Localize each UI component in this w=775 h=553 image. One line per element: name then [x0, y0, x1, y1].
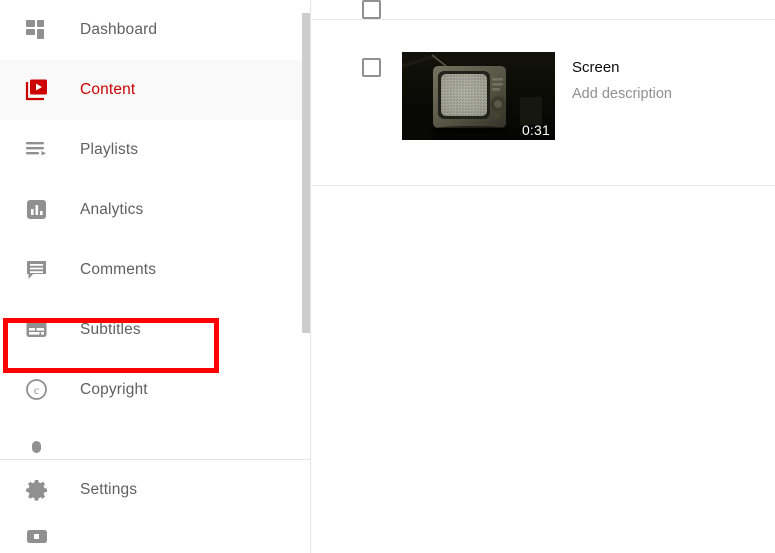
- video-row[interactable]: [312, 0, 775, 19]
- video-select-checkbox[interactable]: [362, 58, 381, 77]
- dashboard-grid-icon: [20, 13, 54, 47]
- sidebar-item-label: Subtitles: [80, 321, 141, 338]
- gear-icon: [20, 473, 54, 507]
- video-row[interactable]: 0:31 Screen Add description: [312, 20, 775, 185]
- sidebar-item-dashboard[interactable]: Dashboard: [0, 0, 310, 60]
- video-details: Screen Add description: [572, 58, 767, 104]
- sidebar-item-label: Copyright: [80, 381, 148, 398]
- sidebar-scrollbar-thumb[interactable]: [302, 13, 310, 333]
- sidebar-item-content[interactable]: Content: [0, 60, 310, 120]
- sidebar-bottom-section: Settings: [0, 459, 310, 553]
- video-description-placeholder[interactable]: Add description: [572, 84, 767, 104]
- sidebar-scrollbar[interactable]: [302, 0, 310, 553]
- sidebar-navigation: Dashboard Content Playlists Analytics Co…: [0, 0, 311, 553]
- sidebar-item-label: Playlists: [80, 141, 139, 158]
- sidebar-item-playlists[interactable]: Playlists: [0, 120, 310, 180]
- sidebar-item-audio-library[interactable]: [0, 420, 310, 460]
- analytics-bar-icon: [20, 193, 54, 227]
- sidebar-item-settings[interactable]: Settings: [0, 460, 310, 520]
- video-title[interactable]: Screen: [572, 58, 767, 78]
- list-divider: [312, 185, 775, 186]
- sidebar-scroll-region[interactable]: Dashboard Content Playlists Analytics Co…: [0, 0, 310, 460]
- video-select-checkbox[interactable]: [362, 0, 381, 19]
- sidebar-item-label: Content: [80, 81, 136, 98]
- subtitles-icon: [20, 313, 54, 347]
- content-video-list: 0:31 Screen Add description: [312, 0, 775, 553]
- send-feedback-icon: [20, 523, 54, 553]
- sidebar-item-label: Analytics: [80, 201, 144, 218]
- svg-text:c: c: [34, 383, 39, 397]
- sidebar-item-analytics[interactable]: Analytics: [0, 180, 310, 240]
- playlists-icon: [20, 133, 54, 167]
- audio-library-icon: [20, 433, 54, 460]
- video-duration-badge: 0:31: [521, 122, 550, 138]
- video-thumbnail[interactable]: 0:31: [402, 52, 555, 140]
- sidebar-item-comments[interactable]: Comments: [0, 240, 310, 300]
- comments-bubble-icon: [20, 253, 54, 287]
- youtube-studio-window: Dashboard Content Playlists Analytics Co…: [0, 0, 775, 553]
- sidebar-item-label: Comments: [80, 261, 157, 278]
- sidebar-item-subtitles[interactable]: Subtitles: [0, 300, 310, 360]
- sidebar-item-label: Dashboard: [80, 21, 158, 38]
- content-video-icon: [20, 73, 54, 107]
- copyright-icon: c: [20, 373, 54, 407]
- sidebar-item-copyright[interactable]: c Copyright: [0, 360, 310, 420]
- sidebar-item-label: Settings: [80, 481, 138, 498]
- sidebar-item-send-feedback[interactable]: [0, 520, 310, 553]
